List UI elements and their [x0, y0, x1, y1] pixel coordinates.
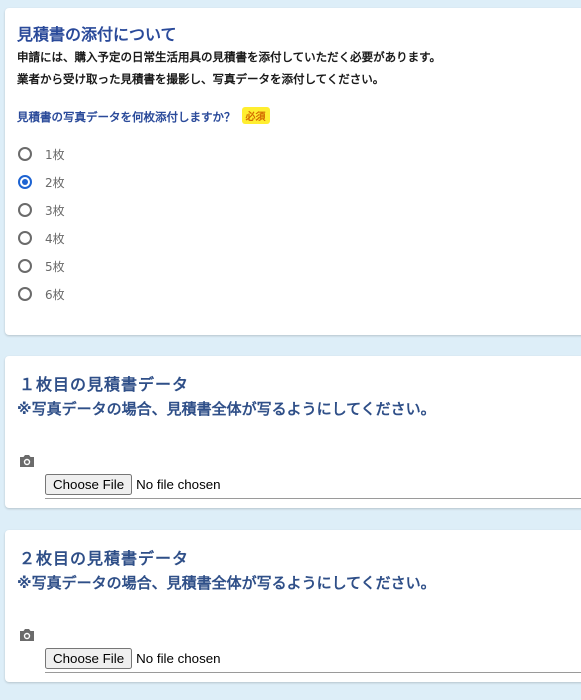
radio-option-2[interactable]: 2枚 [18, 172, 65, 192]
radio-option-1[interactable]: 1枚 [18, 144, 65, 164]
upload-note: ※写真データの場合、見積書全体が写るようにしてください。 [17, 574, 436, 592]
required-badge: 必須 [241, 107, 270, 124]
question-text: 見積書の写真データを何枚添付しますか？ [17, 110, 236, 124]
radio-label: 2枚 [45, 175, 65, 190]
upload-title: ２枚目の見積書データ [19, 549, 190, 568]
description-line-1: 申請には、購入予定の日常生活用具の見積書を添付していただく必要があります。 [17, 50, 442, 64]
radio-button[interactable] [18, 175, 32, 189]
radio-label: 4枚 [45, 231, 65, 246]
radio-button[interactable] [18, 231, 32, 245]
radio-label: 1枚 [45, 147, 65, 162]
radio-option-4[interactable]: 4枚 [18, 228, 65, 248]
photo-file-input[interactable] [45, 648, 581, 673]
radio-label: 3枚 [45, 203, 65, 218]
upload-card-1: １枚目の見積書データ ※写真データの場合、見積書全体が写るようにしてください。 [5, 356, 581, 508]
camera-icon[interactable] [19, 454, 35, 468]
upload-note: ※写真データの場合、見積書全体が写るようにしてください。 [17, 400, 436, 418]
radio-button[interactable] [18, 259, 32, 273]
radio-label: 5枚 [45, 259, 65, 274]
page: 見積書の添付について 申請には、購入予定の日常生活用具の見積書を添付していただく… [0, 0, 581, 700]
radio-button[interactable] [18, 287, 32, 301]
radio-label: 6枚 [45, 287, 65, 302]
upload-title: １枚目の見積書データ [19, 375, 190, 394]
description-line-2: 業者から受け取った見積書を撮影し、写真データを添付してください。 [17, 72, 385, 86]
question-label: 見積書の写真データを何枚添付しますか？ 必須 [17, 107, 270, 125]
camera-icon[interactable] [19, 628, 35, 642]
radio-button[interactable] [18, 147, 32, 161]
photo-file-input[interactable] [45, 474, 581, 499]
upload-card-2: ２枚目の見積書データ ※写真データの場合、見積書全体が写るようにしてください。 [5, 530, 581, 682]
section-title: 見積書の添付について [17, 25, 177, 44]
radio-option-6[interactable]: 6枚 [18, 284, 65, 304]
radio-button[interactable] [18, 203, 32, 217]
quote-attachment-card: 見積書の添付について 申請には、購入予定の日常生活用具の見積書を添付していただく… [5, 8, 581, 335]
radio-option-3[interactable]: 3枚 [18, 200, 65, 220]
radio-option-5[interactable]: 5枚 [18, 256, 65, 276]
